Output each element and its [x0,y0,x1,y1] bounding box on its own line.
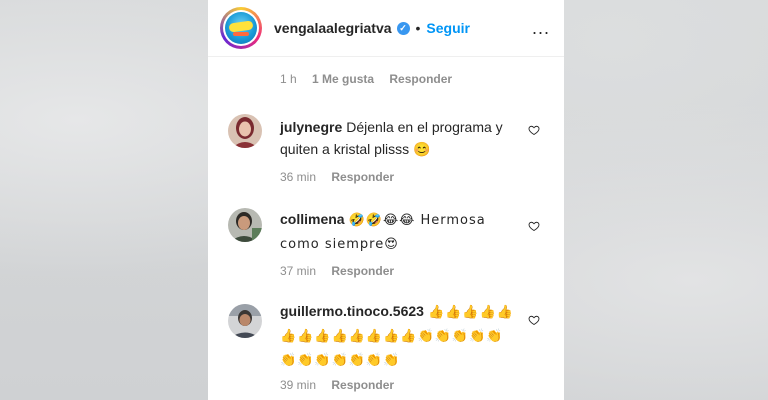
user-avatar-icon [228,114,262,148]
separator-dot: • [415,20,421,36]
profile-avatar[interactable] [220,7,262,49]
avatar[interactable] [228,304,262,338]
caption-meta: 1 h 1 Me gusta Responder [280,72,464,86]
comment-time: 39 min [280,378,317,392]
comment-meta: 36 min Responder [280,170,406,184]
avatar[interactable] [228,114,262,148]
avatar[interactable] [228,208,262,242]
more-options-icon[interactable]: ... [532,18,550,39]
user-avatar-icon [228,208,262,242]
comment-reply-button[interactable]: Responder [331,264,394,278]
caption-likes[interactable]: 1 Me gusta [312,72,374,86]
like-heart-icon[interactable] [528,220,540,232]
caption-time: 1 h [280,72,297,86]
comments-panel: vengalaalegriatva ✓ • Seguir ... 1 h 1 M… [208,0,564,400]
comment-text: collimena 🤣🤣😂😂 Hermosa como siempre😍 [280,208,516,256]
comment-reply-button[interactable]: Responder [331,378,394,392]
post-username[interactable]: vengalaalegriatva [274,20,392,36]
follow-button[interactable]: Seguir [426,20,470,36]
post-header: vengalaalegriatva ✓ • Seguir ... [208,0,564,57]
comment-text: guillermo.tinoco.5623 👍👍👍👍👍👍👍👍👍👍👍👍👍👏👏👏👏👏👏… [280,300,516,372]
comment-meta: 39 min Responder [280,378,406,392]
comment-username[interactable]: guillermo.tinoco.5623 [280,303,424,319]
comment-username[interactable]: collimena [280,211,345,227]
brand-logo-icon [225,12,257,44]
verified-badge-icon: ✓ [396,21,410,35]
comment-username[interactable]: julynegre [280,119,342,135]
caption-reply-button[interactable]: Responder [389,72,452,86]
comment-meta: 37 min Responder [280,264,406,278]
comment-time: 37 min [280,264,317,278]
comment-text: julynegre Déjenla en el programa y quiten… [280,116,516,160]
comment-reply-button[interactable]: Responder [331,170,394,184]
like-heart-icon[interactable] [528,124,540,136]
comment-time: 36 min [280,170,317,184]
user-avatar-icon [228,304,262,338]
like-heart-icon[interactable] [528,314,540,326]
